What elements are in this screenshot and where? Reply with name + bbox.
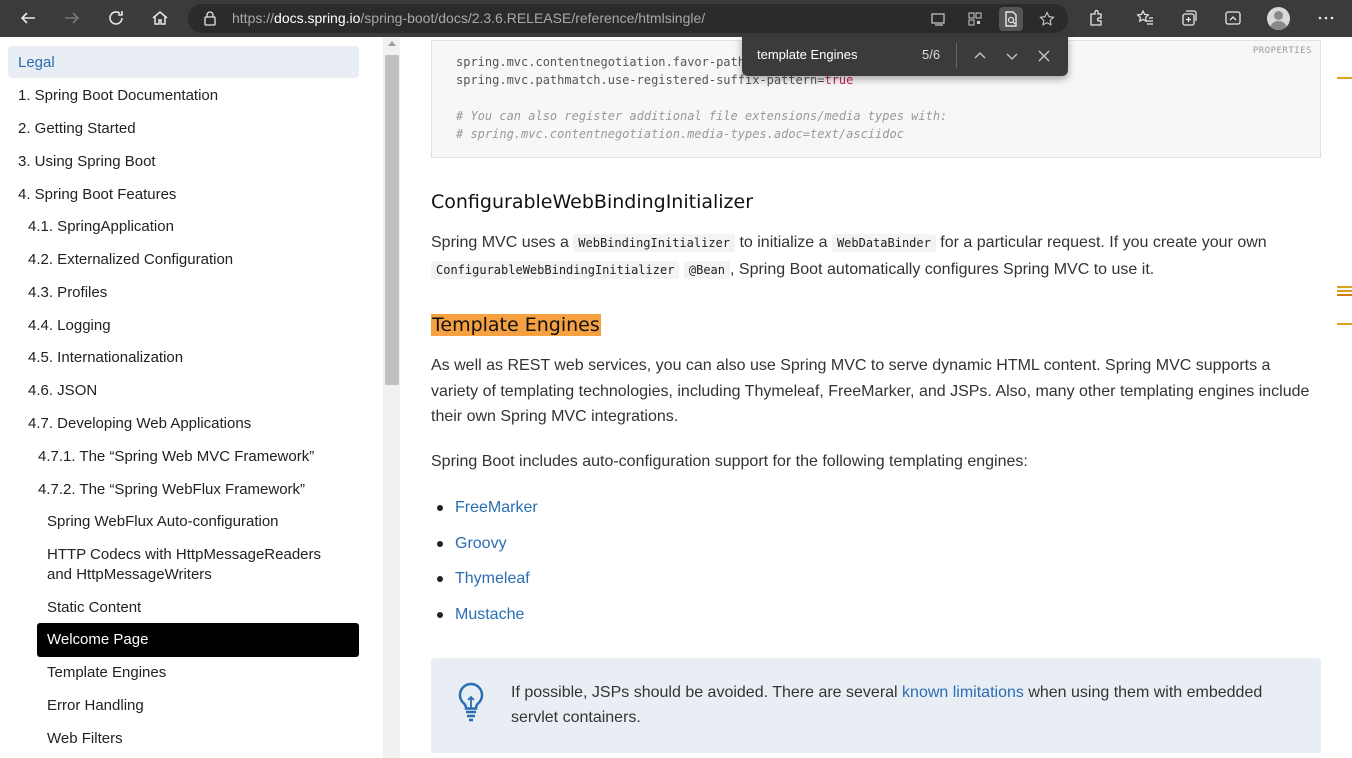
back-arrow-icon[interactable] bbox=[13, 4, 43, 32]
toc-item[interactable]: 4.5. Internationalization bbox=[28, 348, 183, 368]
toc-item[interactable]: 2. Getting Started bbox=[18, 119, 136, 139]
find-match-marker bbox=[1337, 290, 1352, 292]
toc-item[interactable]: Error Handling bbox=[47, 696, 144, 716]
code-line: spring.mvc.contentnegotiation.favor-path bbox=[456, 55, 745, 69]
toc-item[interactable]: Spring WebFlux Auto-configuration bbox=[47, 512, 279, 532]
tip-admonition: If possible, JSPs should be avoided. The… bbox=[431, 658, 1321, 753]
address-bar[interactable]: https://docs.spring.io/spring-boot/docs/… bbox=[188, 4, 1068, 33]
lightbulb-icon bbox=[458, 682, 484, 722]
find-match-count: 5/6 bbox=[922, 47, 941, 62]
section-heading-binding-initializer: ConfigurableWebBindingInitializer bbox=[431, 191, 754, 213]
toc-item-selected[interactable]: Welcome Page bbox=[37, 623, 359, 657]
toc-item[interactable]: 4.4. Logging bbox=[28, 316, 111, 336]
find-on-page-icon[interactable] bbox=[999, 7, 1023, 31]
sidebar-scroll-thumb[interactable] bbox=[385, 55, 399, 385]
toc-item[interactable]: and HttpMessageWriters bbox=[47, 565, 212, 585]
engine-link-freemarker[interactable]: FreeMarker bbox=[437, 495, 538, 531]
inline-code: WebBindingInitializer bbox=[573, 234, 735, 252]
web-capture-icon[interactable] bbox=[1218, 4, 1248, 32]
code-comment: # You can also register additional file … bbox=[456, 109, 948, 123]
toc-item[interactable]: Template Engines bbox=[47, 663, 166, 683]
inline-code: WebDataBinder bbox=[831, 234, 936, 252]
toc-item[interactable]: Web Filters bbox=[47, 729, 123, 749]
find-next-button[interactable] bbox=[999, 43, 1025, 68]
close-icon bbox=[1038, 50, 1050, 61]
collections-icon[interactable] bbox=[1174, 4, 1204, 32]
known-limitations-link[interactable]: known limitations bbox=[902, 684, 1024, 701]
toc-item[interactable]: 3. Using Spring Boot bbox=[18, 152, 156, 172]
browser-toolbar: https://docs.spring.io/spring-boot/docs/… bbox=[0, 0, 1352, 37]
divider bbox=[956, 43, 957, 68]
more-menu-icon[interactable] bbox=[1311, 4, 1341, 32]
text: Spring MVC uses a bbox=[431, 234, 574, 251]
extensions-icon[interactable] bbox=[1081, 4, 1111, 32]
chevron-down-icon bbox=[1006, 53, 1018, 60]
templates-paragraph: As well as REST web services, you can al… bbox=[431, 357, 1310, 425]
profile-avatar[interactable] bbox=[1267, 7, 1290, 30]
toc-item[interactable]: 4.7.2. The “Spring WebFlux Framework” bbox=[38, 480, 305, 500]
find-match-marker-current bbox=[1337, 294, 1352, 296]
tip-text: If possible, JSPs should be avoided. The… bbox=[511, 680, 1311, 730]
toc-item[interactable]: 4.3. Profiles bbox=[28, 283, 107, 303]
url-path: /spring-boot/docs/2.3.6.RELEASE/referenc… bbox=[360, 10, 706, 26]
inline-code: ConfigurableWebBindingInitializer bbox=[431, 260, 680, 279]
chevron-up-icon bbox=[974, 51, 986, 58]
find-input[interactable]: template Engines bbox=[757, 47, 857, 62]
text: , Spring Boot automatically configures S… bbox=[730, 260, 1155, 278]
find-match-marker bbox=[1337, 323, 1352, 325]
page-scrollbar[interactable] bbox=[1336, 37, 1352, 758]
toc-item[interactable]: HTTP Codecs with HttpMessageReaders bbox=[47, 545, 321, 565]
refresh-icon[interactable] bbox=[101, 4, 131, 32]
toc-item[interactable]: 4.7. Developing Web Applications bbox=[28, 414, 251, 434]
toc-item[interactable]: 4.7.1. The “Spring Web MVC Framework” bbox=[38, 447, 314, 467]
inline-code: @Bean bbox=[683, 260, 730, 279]
forward-arrow-icon[interactable] bbox=[57, 4, 87, 32]
find-previous-button[interactable] bbox=[967, 43, 993, 68]
url-prefix: https:// bbox=[232, 10, 275, 26]
home-icon[interactable] bbox=[145, 4, 175, 32]
text: for a particular request. If you create … bbox=[935, 234, 1267, 251]
section-heading-template-engines: Template Engines bbox=[431, 314, 601, 336]
toc-item[interactable]: 4.2. Externalized Configuration bbox=[28, 250, 233, 270]
toc-item[interactable]: 4.1. SpringApplication bbox=[28, 217, 174, 237]
toc-item[interactable]: 1. Spring Boot Documentation bbox=[18, 86, 218, 106]
scroll-up-arrow-icon[interactable] bbox=[388, 41, 396, 46]
find-highlight: Template Engines bbox=[431, 314, 601, 336]
toc-item[interactable]: Static Content bbox=[47, 598, 141, 618]
add-favorite-icon[interactable] bbox=[1035, 7, 1059, 31]
code-language-label: PROPERTIES bbox=[1252, 46, 1312, 56]
text: to initialize a bbox=[735, 234, 832, 251]
binding-paragraph: Spring MVC uses a WebBindingInitializer … bbox=[431, 230, 1311, 283]
text: If possible, JSPs should be avoided. The… bbox=[511, 684, 903, 701]
favorites-icon[interactable] bbox=[1130, 4, 1160, 32]
find-match-marker bbox=[1337, 77, 1352, 79]
qr-code-icon[interactable] bbox=[963, 7, 987, 31]
url-host: docs.spring.io bbox=[274, 10, 361, 26]
engine-link-groovy[interactable]: Groovy bbox=[437, 531, 538, 567]
find-match-marker bbox=[1337, 286, 1352, 288]
lock-icon[interactable] bbox=[202, 10, 218, 26]
engine-link-mustache[interactable]: Mustache bbox=[437, 602, 538, 638]
main-content: PROPERTIES spring.mvc.contentnegotiation… bbox=[400, 37, 1336, 758]
engines-list: FreeMarker Groovy Thymeleaf Mustache bbox=[437, 495, 538, 638]
code-comment: # spring.mvc.contentnegotiation.media-ty… bbox=[456, 127, 904, 141]
url-text[interactable]: https://docs.spring.io/spring-boot/docs/… bbox=[232, 10, 705, 26]
app-available-icon[interactable] bbox=[927, 7, 951, 31]
toc-sidebar: Legal 1. Spring Boot Documentation 2. Ge… bbox=[0, 37, 384, 758]
sidebar-scrollbar[interactable] bbox=[384, 37, 400, 758]
toc-item-legal[interactable]: Legal bbox=[8, 46, 359, 78]
toc-item[interactable]: 4. Spring Boot Features bbox=[18, 185, 176, 205]
toc-item[interactable]: 4.6. JSON bbox=[28, 381, 97, 401]
includes-paragraph: Spring Boot includes auto-configuration … bbox=[431, 453, 1028, 470]
find-bar: template Engines 5/6 bbox=[742, 35, 1068, 76]
find-close-button[interactable] bbox=[1031, 43, 1057, 68]
engine-link-thymeleaf[interactable]: Thymeleaf bbox=[437, 566, 538, 602]
